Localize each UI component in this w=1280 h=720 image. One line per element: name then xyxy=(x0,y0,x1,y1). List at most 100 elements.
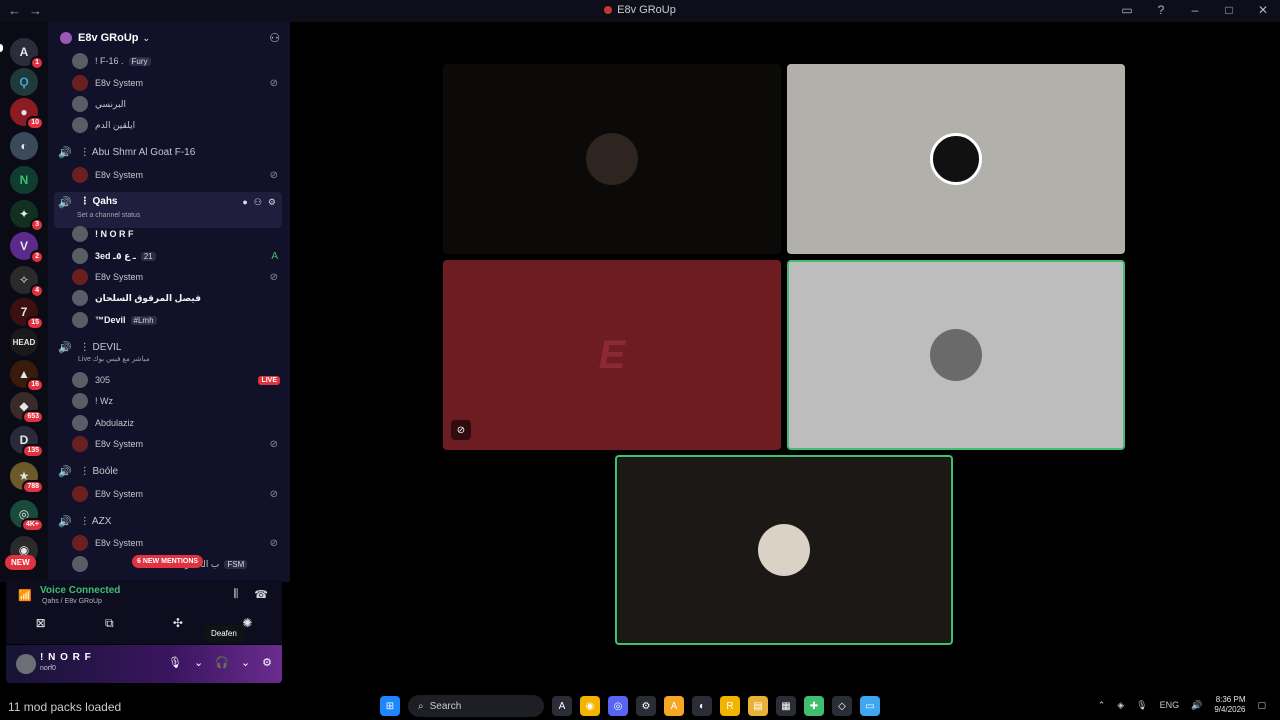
server-icon[interactable]: D 135 xyxy=(10,426,44,458)
guild-header[interactable]: E8v GRoUp ⌄ ⚇ xyxy=(48,22,290,54)
avatar xyxy=(586,133,638,185)
server-icon[interactable]: N xyxy=(10,166,38,194)
user-display-name[interactable]: ! N O R F xyxy=(40,652,92,663)
maximize-button[interactable]: □ xyxy=(1222,3,1236,17)
clock[interactable]: 8:36 PM 9/4/2026 xyxy=(1214,695,1245,715)
voice-user[interactable]: 3ed ـ ع ٥ـ 21 A xyxy=(72,246,284,266)
voice-user[interactable]: E8v System ⊘ xyxy=(72,484,284,504)
video-tile-speaking[interactable] xyxy=(787,260,1125,450)
app-icon[interactable]: ▭ xyxy=(860,696,880,716)
disconnect-icon[interactable]: ☎ xyxy=(254,588,268,601)
server-icon[interactable]: Ϙ xyxy=(10,68,38,96)
windows-start-icon[interactable]: ⊞ xyxy=(380,696,400,716)
help-icon[interactable]: ? xyxy=(1154,3,1168,17)
notification-icon[interactable]: ▢ xyxy=(1257,700,1266,711)
voice-user[interactable]: ! F-16 . Fury xyxy=(72,51,284,71)
voice-user[interactable]: ! N O R F xyxy=(72,224,284,244)
chevron-up-icon[interactable]: ⌃ xyxy=(1098,700,1106,711)
chat-icon[interactable]: ● xyxy=(242,197,247,208)
chrome-icon[interactable]: ◉ xyxy=(580,696,600,716)
server-icon[interactable]: ◐ xyxy=(10,132,38,160)
server-icon[interactable]: 7 15 xyxy=(10,298,44,330)
voice-user[interactable]: ! Wz xyxy=(72,391,284,411)
avatar xyxy=(72,226,88,242)
video-tile[interactable] xyxy=(443,64,781,254)
channel-status[interactable]: Set a channel status xyxy=(77,212,140,219)
headphones-icon[interactable]: 🎧 xyxy=(215,656,229,669)
network-icon[interactable]: ◈ xyxy=(1117,700,1124,711)
app-icon[interactable]: ◇ xyxy=(832,696,852,716)
server-icon[interactable]: ✧ 4 xyxy=(10,266,44,298)
server-icon[interactable]: ● 10 xyxy=(10,98,44,130)
video-tile[interactable]: E ⊘ xyxy=(443,260,781,450)
avatar xyxy=(930,133,982,185)
avatar xyxy=(72,248,88,264)
server-icon[interactable]: ★ 788 xyxy=(10,462,44,494)
settings-icon[interactable]: ⚙ xyxy=(636,696,656,716)
voice-channel-qahs[interactable]: 🔊 ⋮ Qahs Set a channel status ● ⚇ ⚙ xyxy=(54,192,282,228)
server-icon[interactable]: A1 xyxy=(10,38,44,70)
voice-user[interactable]: E8v System ⊘ xyxy=(72,267,284,287)
server-icon[interactable]: ✦ 3 xyxy=(10,200,44,232)
app-icon[interactable]: A xyxy=(552,696,572,716)
server-icon[interactable]: ◆ 653 xyxy=(10,392,44,424)
folder-icon[interactable]: ▤ xyxy=(748,696,768,716)
voice-user[interactable]: E8v System ⊘ xyxy=(72,165,284,185)
avatar[interactable] xyxy=(16,654,36,674)
guild-name: E8v GRoUp xyxy=(78,32,139,44)
mention-badge: 788 xyxy=(22,480,44,494)
voice-user[interactable]: فيصل المرقوق السلحان xyxy=(72,288,284,308)
microphone-icon[interactable]: 🎙 xyxy=(168,656,182,669)
voice-user[interactable]: ™Devil #Lmh xyxy=(72,310,284,330)
chevron-down-icon[interactable]: ⌄ xyxy=(194,656,203,669)
chevron-down-icon[interactable]: ⌄ xyxy=(241,656,250,669)
voice-user[interactable]: E8v System ⊘ xyxy=(72,73,284,93)
avatar xyxy=(72,535,88,551)
new-mentions-badge[interactable]: 6 NEW MENTIONS xyxy=(132,555,204,568)
voice-status[interactable]: Voice Connected xyxy=(40,585,120,596)
volume-icon[interactable]: 🔊 xyxy=(1191,700,1202,711)
app-icon[interactable]: A xyxy=(664,696,684,716)
server-rail: A1 Ϙ ● 10 ◐ N ✦ 3 V2 ✧ 4 7 15 HEAD ▲ 16 ◆ 653 … xyxy=(0,22,48,582)
server-icon[interactable]: ▲ 16 xyxy=(10,360,44,392)
gear-icon[interactable]: ⚙ xyxy=(268,197,276,208)
rockstar-icon[interactable]: R xyxy=(720,696,740,716)
language-indicator[interactable]: ENG xyxy=(1160,700,1180,710)
app-icon[interactable]: ✚ xyxy=(804,696,824,716)
server-icon[interactable]: ◎ 4K+ xyxy=(10,500,44,532)
discord-icon[interactable]: ◎ xyxy=(608,696,628,716)
voice-user[interactable]: E8v System ⊘ xyxy=(72,533,284,553)
camera-off-icon[interactable]: ⊠ xyxy=(36,616,46,631)
screen-share-icon[interactable]: ⧉ xyxy=(105,616,114,631)
voice-user[interactable]: ايلقين الدم xyxy=(72,115,284,135)
taskbar-search[interactable]: ⌕ Search xyxy=(408,695,544,717)
voice-channel-boole[interactable]: 🔊 ⋮ Boóle xyxy=(54,460,282,482)
voice-user[interactable]: E8v System ⊘ xyxy=(72,434,284,454)
add-member-icon[interactable]: ⚇ xyxy=(269,31,280,45)
server-icon[interactable]: HEAD xyxy=(10,328,38,356)
minimize-button[interactable]: – xyxy=(1188,3,1202,17)
gear-icon[interactable]: ⚙ xyxy=(262,656,272,669)
voice-user[interactable]: البرنسي xyxy=(72,94,284,114)
voice-channel-abu[interactable]: 🔊 ⋮ Abu Shmr Al Goat F-16 xyxy=(54,141,282,163)
voice-user[interactable]: 305 LIVE xyxy=(72,370,284,390)
channel-sidebar: E8v GRoUp ⌄ ⚇ ! F-16 . Fury E8v System ⊘ ا… xyxy=(48,22,290,582)
activities-icon[interactable]: ✣ xyxy=(173,616,183,631)
avatar xyxy=(72,53,88,69)
inbox-icon[interactable]: ▭ xyxy=(1120,3,1134,17)
user-tag: FSM xyxy=(224,559,248,569)
microphone-icon[interactable]: 🎙 xyxy=(1136,700,1147,711)
close-button[interactable]: ✕ xyxy=(1256,3,1270,17)
voice-channel-azx[interactable]: 🔊 ⋮ AZX xyxy=(54,510,282,532)
video-tile[interactable] xyxy=(787,64,1125,254)
signal-icon[interactable]: 📶 xyxy=(18,589,32,602)
store-icon[interactable]: ▦ xyxy=(776,696,796,716)
noise-suppression-icon[interactable]: ⫼ xyxy=(233,588,238,601)
new-servers-badge[interactable]: NEW xyxy=(5,555,36,570)
invite-icon[interactable]: ⚇ xyxy=(254,197,262,208)
steam-icon[interactable]: ◐ xyxy=(692,696,712,716)
server-icon[interactable]: V2 xyxy=(10,232,44,264)
video-tile-speaking[interactable] xyxy=(615,455,953,645)
voice-location[interactable]: Qahs / E8v GRoUp xyxy=(42,598,102,605)
voice-user[interactable]: Abdulaziz xyxy=(72,413,284,433)
